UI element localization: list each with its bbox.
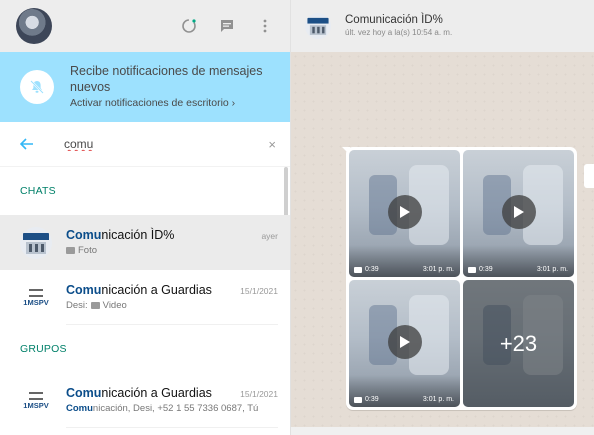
menu-icon[interactable] (256, 17, 274, 35)
video-duration: 0:39 (479, 266, 493, 273)
video-camera-icon (354, 266, 362, 273)
sidebar-header (0, 0, 290, 52)
video-time: 3:01 p. m. (422, 266, 454, 273)
more-media-tile[interactable]: +23 (463, 280, 574, 407)
conversation-name: Comunicación ÌD% (345, 14, 443, 26)
chat-time: ayer (261, 231, 278, 241)
status-icon[interactable] (180, 17, 198, 35)
chat-preview: Desi: Video (66, 300, 127, 311)
play-icon[interactable] (501, 194, 536, 229)
notification-banner[interactable]: Recibe notificaciones de mensajes nuevos… (0, 52, 290, 122)
back-arrow-icon[interactable] (19, 135, 40, 153)
group-avatar: 1MSPV (20, 385, 52, 417)
conversation-avatar[interactable] (305, 13, 331, 39)
video-thumbnail[interactable]: 0:39 3:01 p. m. (349, 150, 460, 277)
clear-search-icon[interactable]: × (268, 137, 276, 152)
photo-icon (66, 247, 75, 254)
chat-name: Comunicación ÌD% (66, 228, 175, 242)
bell-off-icon (20, 70, 54, 104)
more-media-count: +23 (463, 280, 574, 407)
video-camera-icon (354, 396, 362, 403)
video-time: 3:01 p. m. (536, 266, 568, 273)
message-area[interactable]: 0:39 3:01 p. m. 0:39 3:01 p. m. 0:39 3:0… (291, 52, 594, 435)
chat-avatar: 1MSPV (20, 282, 52, 314)
video-duration: 0:39 (365, 396, 379, 403)
profile-avatar[interactable] (16, 8, 52, 44)
chat-preview: Foto (66, 245, 278, 256)
chat-row[interactable]: Comunicación ÌD% ayer Foto (0, 215, 290, 270)
sidebar: Recibe notificaciones de mensajes nuevos… (0, 0, 291, 435)
group-name: Comunicación a Guardias (66, 386, 212, 400)
play-icon[interactable] (387, 324, 422, 359)
notification-title: Recibe notificaciones de mensajes nuevos (70, 64, 263, 94)
new-chat-icon[interactable] (218, 17, 236, 35)
media-message[interactable]: 0:39 3:01 p. m. 0:39 3:01 p. m. 0:39 3:0… (346, 147, 577, 410)
header-actions (180, 17, 280, 35)
group-time: 15/1/2021 (240, 389, 278, 399)
chat-time: 15/1/2021 (240, 286, 278, 296)
scrollbar[interactable] (284, 167, 288, 219)
last-seen-status: últ. vez hoy a la(s) 10:54 a. m. (345, 28, 453, 37)
conversation-header[interactable]: Comunicación ÌD% últ. vez hoy a la(s) 10… (291, 0, 594, 52)
section-groups: GRUPOS (20, 343, 67, 355)
play-icon[interactable] (387, 194, 422, 229)
composer-edge (291, 427, 594, 435)
conversation-panel: Comunicación ÌD% últ. vez hoy a la(s) 10… (291, 0, 594, 435)
chat-row[interactable]: 1MSPV Comunicación a Guardias 15/1/2021 … (0, 270, 290, 325)
results-list[interactable]: CHATS Comunicación ÌD% ayer Foto 1MSPV C… (0, 167, 290, 435)
video-thumbnail[interactable]: 0:39 3:01 p. m. (463, 150, 574, 277)
search-input[interactable] (64, 137, 234, 151)
video-thumbnail[interactable]: 0:39 3:01 p. m. (349, 280, 460, 407)
chat-name: Comunicación a Guardias (66, 283, 212, 297)
video-camera-icon (468, 266, 476, 273)
enable-notifications-link[interactable]: Activar notificaciones de escritorio › (70, 95, 276, 111)
search-bar: × (0, 122, 290, 167)
group-preview: Comunicación, Desi, +52 1 55 7336 0687, … (66, 403, 259, 414)
video-duration: 0:39 (365, 266, 379, 273)
video-icon (90, 302, 100, 309)
group-row[interactable]: 1MSPV Comunicación a Guardias 15/1/2021 … (0, 373, 290, 428)
section-chats: CHATS (20, 185, 56, 197)
chat-avatar (20, 226, 52, 259)
message-edge (584, 164, 594, 188)
video-time: 3:01 p. m. (422, 396, 454, 403)
